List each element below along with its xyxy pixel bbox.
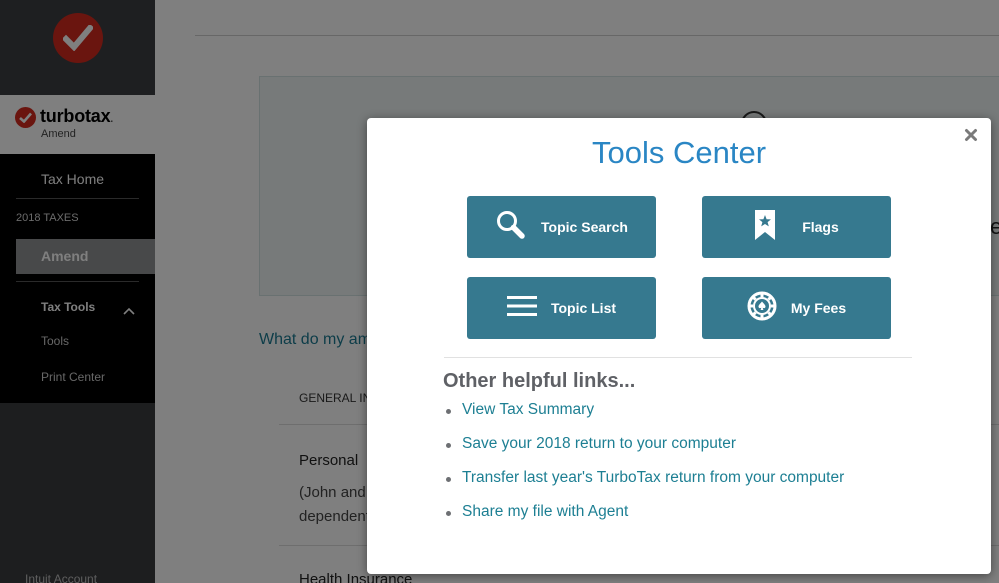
- divider: [444, 357, 912, 358]
- list-icon: [506, 295, 537, 322]
- poker-chip-icon: [747, 291, 777, 326]
- list-item: View Tax Summary: [445, 401, 844, 435]
- bullet-icon: [446, 477, 451, 482]
- tools-center-modal: Tools Center Topic Search Flags Topic Li…: [367, 118, 991, 574]
- my-fees-button[interactable]: My Fees: [702, 277, 891, 339]
- modal-title: Tools Center: [591, 135, 767, 170]
- button-label: Flags: [802, 219, 839, 235]
- bullet-icon: [446, 443, 451, 448]
- save-return-link[interactable]: Save your 2018 return to your computer: [462, 435, 736, 452]
- share-file-link[interactable]: Share my file with Agent: [462, 503, 628, 520]
- button-label: My Fees: [790, 300, 847, 316]
- flags-button[interactable]: Flags: [702, 196, 891, 258]
- page: turbotax. Amend Tax Home 2018 TAXES Amen…: [0, 0, 999, 583]
- button-label: Topic Search: [541, 219, 628, 235]
- helpful-links-list: View Tax Summary Save your 2018 return t…: [445, 401, 844, 537]
- list-item: Save your 2018 return to your computer: [445, 435, 844, 469]
- bullet-icon: [446, 409, 451, 414]
- list-item: Transfer last year's TurboTax return fro…: [445, 469, 844, 503]
- bullet-icon: [446, 511, 451, 516]
- bookmark-star-icon: [754, 209, 776, 246]
- list-item: Share my file with Agent: [445, 503, 844, 537]
- helpful-links-heading: Other helpful links...: [443, 370, 636, 392]
- button-label: Topic List: [550, 300, 617, 316]
- topic-list-button[interactable]: Topic List: [467, 277, 656, 339]
- search-icon: [495, 209, 527, 246]
- topic-search-button[interactable]: Topic Search: [467, 196, 656, 258]
- view-tax-summary-link[interactable]: View Tax Summary: [462, 401, 594, 418]
- transfer-return-link[interactable]: Transfer last year's TurboTax return fro…: [462, 469, 844, 486]
